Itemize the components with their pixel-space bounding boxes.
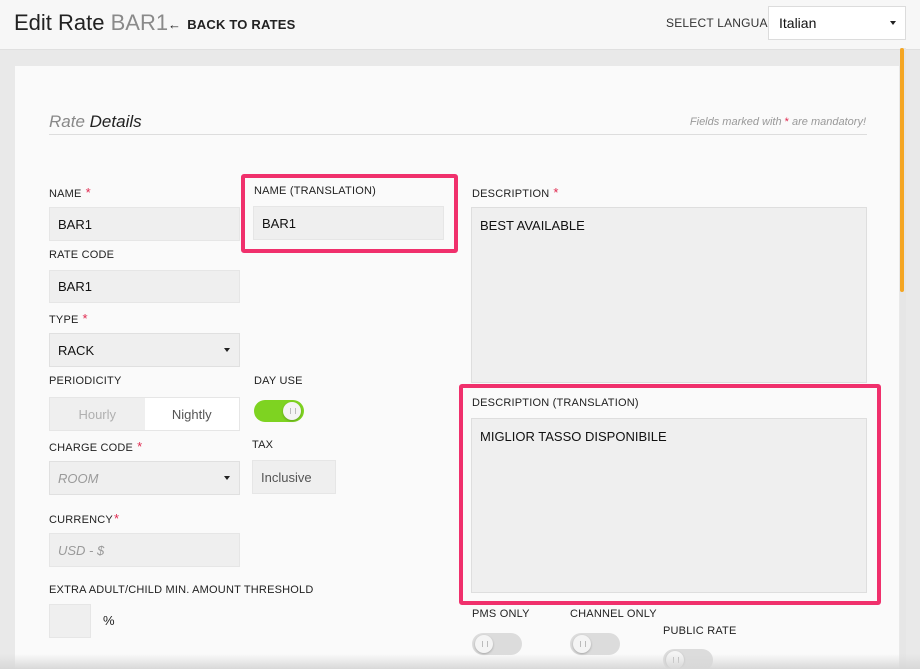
public-rate-label: PUBLIC RATE [663,625,737,637]
mandatory-note-suffix: are mandatory! [792,116,866,128]
name-translation-field[interactable]: BAR1 [253,206,444,240]
toggle-knob [475,635,493,653]
chevron-down-icon [224,348,230,352]
day-use-label: DAY USE [254,375,303,387]
scrollbar-thumb[interactable] [900,48,904,292]
type-select[interactable]: RACK [49,333,240,367]
name-field[interactable]: BAR1 [49,207,240,241]
mandatory-note: Fields marked with * are mandatory! [690,116,866,128]
channel-only-label: CHANNEL ONLY [570,608,657,620]
required-star: * [113,511,120,526]
language-select-value: Italian [779,15,817,31]
threshold-input[interactable] [49,604,91,638]
channel-only-toggle[interactable] [570,633,620,655]
section-title-bold: Details [89,112,142,131]
section-title-light: Rate [49,112,85,131]
description-translation-textarea[interactable]: MIGLIOR TASSO DISPONIBILE [471,418,867,593]
periodicity-toggle: Hourly Nightly [49,397,240,431]
mandatory-note-star: * [784,116,789,128]
top-bar: Edit Rate BAR1 ← BACK TO RATES SELECT LA… [0,0,920,50]
tax-field[interactable]: Inclusive [252,460,336,494]
periodicity-option-nightly[interactable]: Nightly [144,398,239,430]
language-select[interactable]: Italian [768,6,906,40]
required-star: * [85,185,91,200]
toggle-knob [573,635,591,653]
scrollbar[interactable] [900,48,906,669]
chevron-down-icon [890,21,896,25]
pms-only-toggle[interactable] [472,633,522,655]
currency-field[interactable]: USD - $ [49,533,240,567]
page-title: Edit Rate BAR1 [14,10,168,36]
currency-label: CURRENCY* [49,511,120,526]
page-title-prefix: Edit Rate [14,10,105,35]
description-textarea[interactable]: BEST AVAILABLE [471,207,867,383]
day-use-toggle[interactable] [254,400,304,422]
name-label: NAME * [49,185,91,200]
chevron-down-icon [224,476,230,480]
description-translation-label: DESCRIPTION (TRANSLATION) [472,397,639,409]
rate-code-field[interactable]: BAR1 [49,270,240,303]
periodicity-label: PERIODICITY [49,375,122,387]
page-title-rate-name: BAR1 [110,10,169,35]
charge-code-placeholder: ROOM [58,470,99,486]
threshold-unit: % [103,613,115,628]
back-to-rates-label: BACK TO RATES [187,17,296,32]
required-star: * [137,439,143,454]
rate-code-label: RATE CODE [49,249,115,261]
name-translation-label: NAME (TRANSLATION) [254,185,376,197]
periodicity-option-hourly[interactable]: Hourly [50,398,145,430]
type-select-value: RACK [58,342,95,358]
mandatory-note-prefix: Fields marked with [689,116,782,128]
description-label: DESCRIPTION * [472,185,559,200]
toggle-knob [283,402,301,420]
required-star: * [82,311,88,326]
tax-label: TAX [252,439,274,451]
section-divider [49,134,867,135]
bottom-fade [0,654,920,669]
charge-code-select[interactable]: ROOM [49,461,240,495]
back-to-rates-link[interactable]: ← BACK TO RATES [168,17,296,32]
arrow-left-icon: ← [168,17,182,32]
charge-code-label: CHARGE CODE * [49,439,143,454]
type-label: TYPE * [49,311,88,326]
required-star: * [553,185,559,200]
pms-only-label: PMS ONLY [472,608,530,620]
section-title: Rate Details [49,112,142,132]
threshold-label: EXTRA ADULT/CHILD MIN. AMOUNT THRESHOLD [49,584,314,596]
